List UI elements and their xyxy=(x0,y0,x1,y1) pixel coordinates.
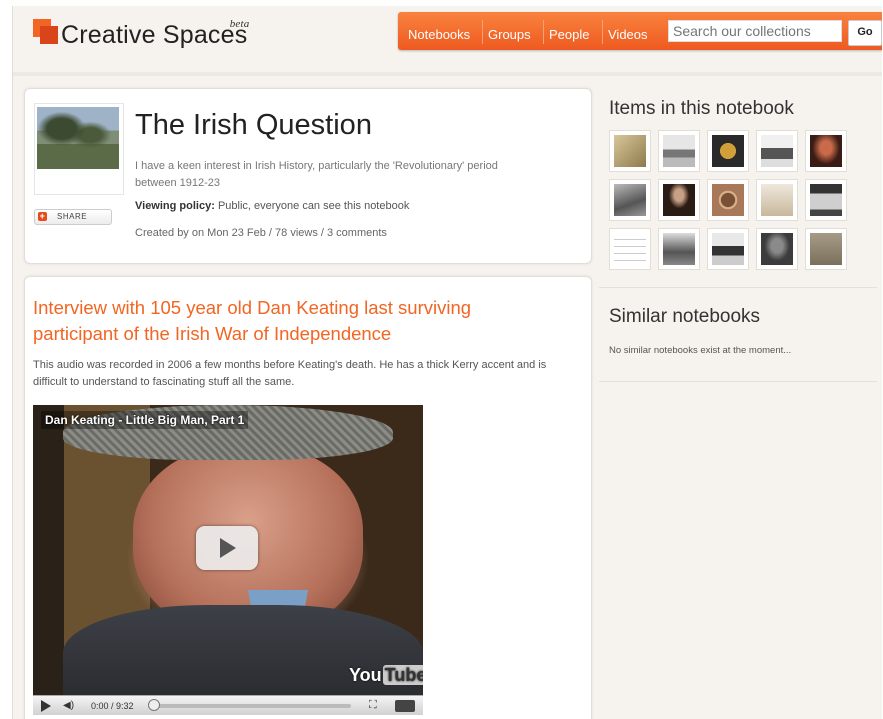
beta-badge: beta xyxy=(229,18,250,30)
viewing-policy-value: Public, everyone can see this notebook xyxy=(217,200,410,212)
item-thumbnail[interactable] xyxy=(707,228,749,270)
item-thumbnail[interactable] xyxy=(805,228,847,270)
item-description: This audio was recorded in 2006 a few mo… xyxy=(33,359,547,388)
item-thumbnail[interactable] xyxy=(805,179,847,221)
item-thumbnail[interactable] xyxy=(609,228,651,270)
nav-item-groups[interactable]: Groups xyxy=(488,27,531,42)
site-logo[interactable]: Creative Spaces beta xyxy=(33,16,249,48)
item-thumbnail[interactable] xyxy=(658,130,700,172)
video-controls: ◀) 0:00 / 9:32 ⛶ xyxy=(33,695,423,715)
nav-item-videos[interactable]: Videos xyxy=(608,27,648,42)
share-icon: + xyxy=(38,211,47,221)
notebook-item-panel: Interview with 105 year old Dan Keating … xyxy=(24,276,592,719)
item-title-link[interactable]: Interview with 105 year old Dan Keating … xyxy=(33,295,553,347)
item-thumbnail[interactable] xyxy=(756,130,798,172)
item-thumbnail[interactable] xyxy=(609,179,651,221)
item-thumbnail[interactable] xyxy=(658,228,700,270)
similar-heading: Similar notebooks xyxy=(609,306,761,327)
sidebar-divider xyxy=(599,381,877,382)
item-thumbnail[interactable] xyxy=(609,130,651,172)
viewing-policy: Viewing policy: Public, everyone can see… xyxy=(135,200,409,212)
play-icon[interactable] xyxy=(196,526,258,570)
item-thumbnail[interactable] xyxy=(658,179,700,221)
items-heading: Items in this notebook xyxy=(609,98,794,119)
landscape-painting-image xyxy=(37,107,119,169)
item-thumbnail[interactable] xyxy=(805,130,847,172)
main-nav: Notebooks Groups People Videos Go xyxy=(398,12,882,50)
sidebar-divider xyxy=(599,287,877,288)
logo-mark-icon xyxy=(33,19,59,45)
youtube-logo[interactable]: You Tube xyxy=(349,665,423,686)
viewing-policy-label: Viewing policy: xyxy=(135,200,215,212)
nav-divider xyxy=(602,20,603,44)
nav-item-notebooks[interactable]: Notebooks xyxy=(408,27,470,42)
item-thumbnail[interactable] xyxy=(707,130,749,172)
logo-text: Creative Spaces beta xyxy=(61,18,249,48)
progress-knob[interactable] xyxy=(148,699,160,711)
nav-divider xyxy=(543,20,544,44)
notebook-header-panel: + SHARE The Irish Question I have a keen… xyxy=(24,88,592,264)
notebook-meta: Created by on Mon 23 Feb / 78 views / 3 … xyxy=(135,227,387,239)
nav-item-people[interactable]: People xyxy=(549,27,589,42)
page-title: The Irish Question xyxy=(135,109,372,141)
share-label: SHARE xyxy=(57,212,88,221)
video-title[interactable]: Dan Keating - Little Big Man, Part 1 xyxy=(41,411,249,429)
nav-divider xyxy=(482,20,483,44)
video-player[interactable]: Dan Keating - Little Big Man, Part 1 You… xyxy=(33,405,423,715)
volume-icon[interactable]: ◀) xyxy=(63,700,74,711)
youtube-logo-you: You xyxy=(349,665,382,685)
search-input[interactable] xyxy=(668,20,842,42)
item-thumbnail[interactable] xyxy=(756,179,798,221)
notebook-description: I have a keen interest in Irish History,… xyxy=(135,160,498,189)
youtube-logo-tube: Tube xyxy=(382,665,423,685)
content-top-border xyxy=(13,72,882,76)
item-thumbnail[interactable] xyxy=(707,179,749,221)
search-go-button[interactable]: Go xyxy=(848,20,882,46)
progress-track[interactable] xyxy=(151,704,351,708)
share-button[interactable]: + SHARE xyxy=(34,209,112,225)
play-control-icon[interactable] xyxy=(41,700,51,712)
video-time: 0:00 / 9:32 xyxy=(91,701,134,711)
notebook-thumbnail[interactable] xyxy=(34,103,124,195)
similar-empty-message: No similar notebooks exist at the moment… xyxy=(609,345,792,356)
item-thumbnail[interactable] xyxy=(756,228,798,270)
popout-icon[interactable] xyxy=(395,700,415,712)
fullscreen-icon[interactable]: ⛶ xyxy=(369,699,377,712)
page-frame: Creative Spaces beta Notebooks Groups Pe… xyxy=(12,6,882,719)
